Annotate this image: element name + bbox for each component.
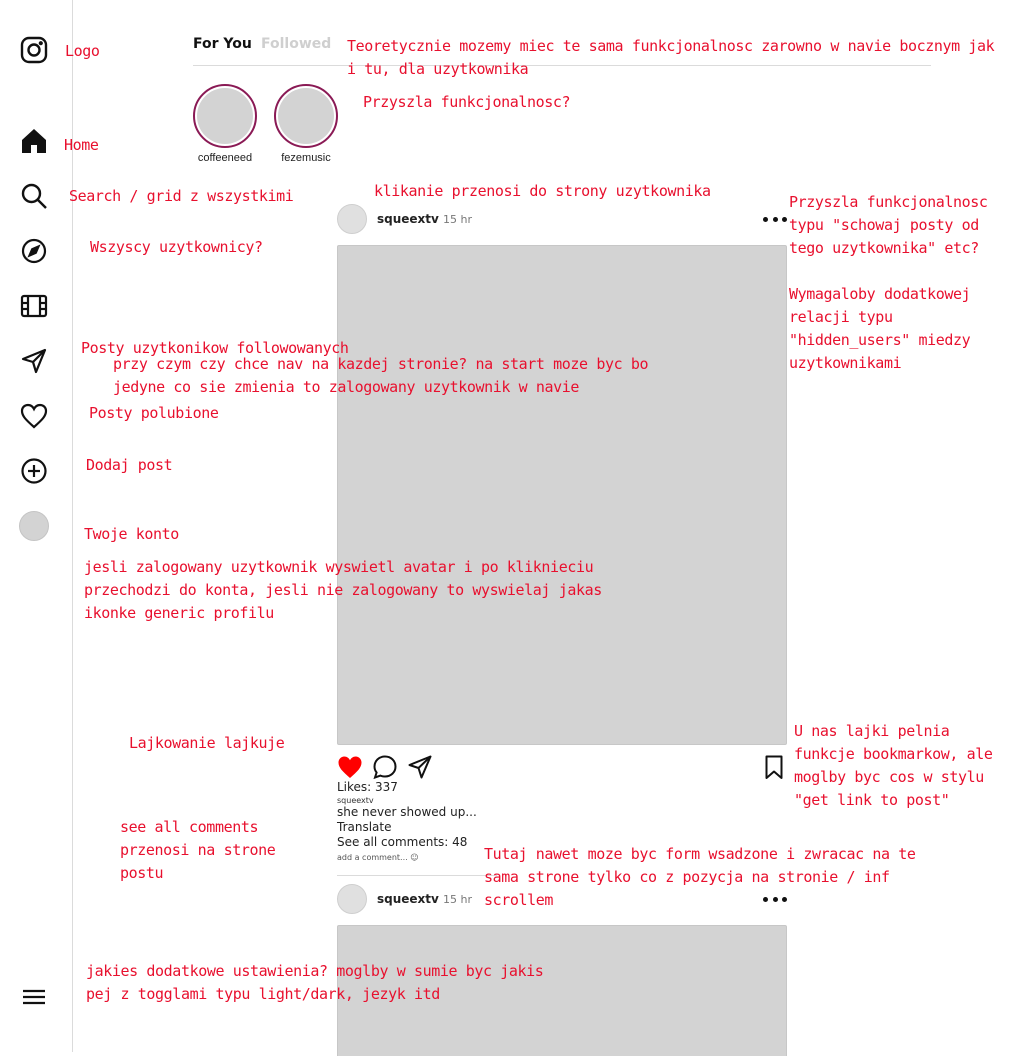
note-explore: Wszyscy uzytkownicy? <box>90 238 263 256</box>
note-bookmarks: U nas lajki pelnia funkcje bookmarkow, a… <box>794 722 993 809</box>
likes-count: Likes: 337 <box>337 780 398 794</box>
search-icon[interactable] <box>18 180 50 212</box>
comment-icon[interactable] <box>372 754 398 780</box>
note-comment-form: Tutaj nawet moze byc form wsadzone i zwr… <box>484 845 916 909</box>
post-header: squeextv 15 hr <box>337 204 787 236</box>
post-caption: she never showed up... <box>337 805 477 819</box>
tab-followed[interactable]: Followed <box>261 36 331 52</box>
story-username: fezemusic <box>281 152 331 164</box>
send-direct-icon[interactable] <box>18 345 50 377</box>
note-nav-question: przy czym czy chce nav na kazdej stronie… <box>113 355 649 396</box>
note-home: Home <box>64 136 99 154</box>
bookmark-icon[interactable] <box>761 754 787 780</box>
add-post-icon[interactable] <box>18 455 50 487</box>
post-timestamp: 15 hr <box>443 893 472 906</box>
post-author-avatar[interactable] <box>337 884 367 914</box>
home-icon[interactable] <box>18 125 50 157</box>
note-account: Twoje konto <box>84 525 179 543</box>
note-settings: jakies dodatkowe ustawienia? moglby w su… <box>86 962 544 1003</box>
note-see-all-comments: see all comments przenosi na strone post… <box>120 818 276 882</box>
story-ring <box>193 84 257 148</box>
post-divider <box>337 875 497 876</box>
profile-avatar[interactable] <box>19 511 49 541</box>
heart-icon[interactable] <box>18 400 50 432</box>
tab-for-you[interactable]: For You <box>193 36 252 52</box>
post-username[interactable]: squeextv <box>377 212 439 226</box>
note-logo: Logo <box>65 42 100 60</box>
note-add-post: Dodaj post <box>86 456 173 474</box>
like-heart-icon[interactable] <box>337 754 363 780</box>
post-image[interactable] <box>337 245 787 745</box>
explore-compass-icon[interactable] <box>18 235 50 267</box>
instagram-logo-icon[interactable] <box>18 34 50 66</box>
note-tabs: Teoretycznie mozemy miec te sama funkcjo… <box>347 37 995 78</box>
see-all-comments-link[interactable]: See all comments: 48 <box>337 835 467 849</box>
story-ring <box>274 84 338 148</box>
translate-link[interactable]: Translate <box>337 820 392 834</box>
note-hidden-users: Wymagaloby dodatkowej relacji typu "hidd… <box>789 285 971 372</box>
sidebar-nav <box>0 0 73 1052</box>
share-icon[interactable] <box>407 754 433 780</box>
note-user-click: klikanie przenosi do strony uzytkownika <box>374 182 711 200</box>
story-username: coffeeneed <box>197 152 253 164</box>
more-options-icon[interactable] <box>763 212 787 226</box>
note-hide-posts: Przyszla funkcjonalnosc typu "schowaj po… <box>789 193 988 257</box>
story-avatar <box>278 88 334 144</box>
story-avatar <box>197 88 253 144</box>
note-liked-posts: Posty polubione <box>89 404 219 422</box>
add-comment-input[interactable]: add a comment... ☺ <box>337 853 419 862</box>
note-search: Search / grid z wszystkimi <box>69 187 294 205</box>
story-item[interactable]: coffeeneed <box>193 84 257 164</box>
post-timestamp: 15 hr <box>443 213 472 226</box>
post-author-avatar[interactable] <box>337 204 367 234</box>
hamburger-menu-icon[interactable] <box>18 981 50 1013</box>
note-account-details: jesli zalogowany uzytkownik wyswietl ava… <box>84 558 602 622</box>
story-item[interactable]: fezemusic <box>274 84 338 164</box>
note-liking: Lajkowanie lajkuje <box>129 734 285 752</box>
reels-film-icon[interactable] <box>18 290 50 322</box>
caption-username[interactable]: squeextv <box>337 796 374 805</box>
note-stories: Przyszla funkcjonalnosc? <box>363 93 571 111</box>
post-username[interactable]: squeextv <box>377 892 439 906</box>
